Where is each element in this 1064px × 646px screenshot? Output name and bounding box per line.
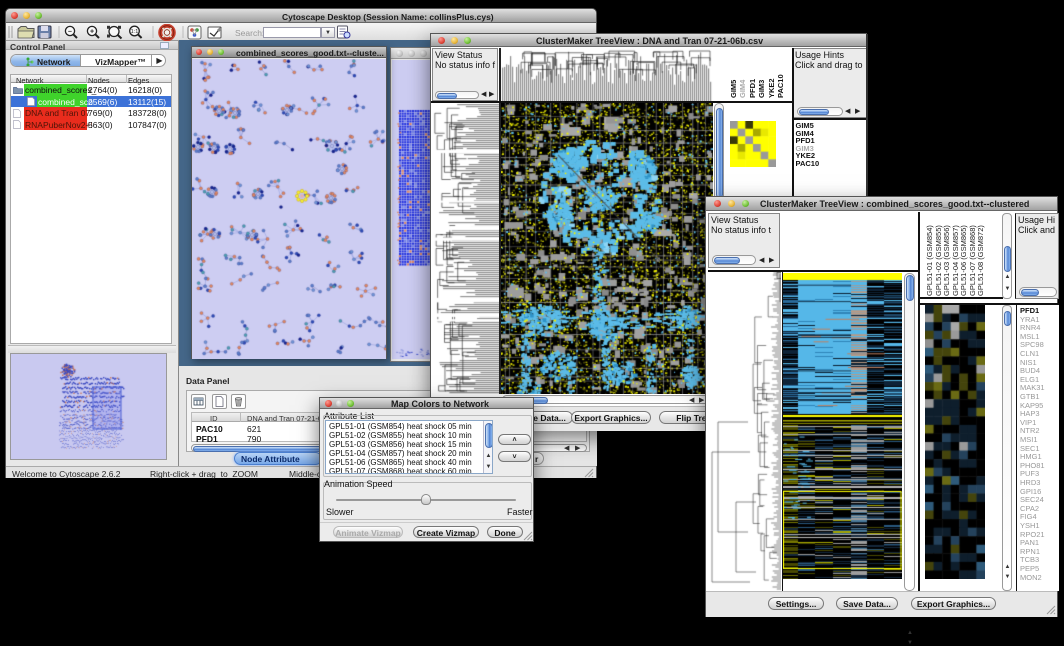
svg-text:–: – xyxy=(68,28,72,35)
svg-text:1:1: 1:1 xyxy=(131,29,139,35)
svg-text:+: + xyxy=(90,28,94,35)
